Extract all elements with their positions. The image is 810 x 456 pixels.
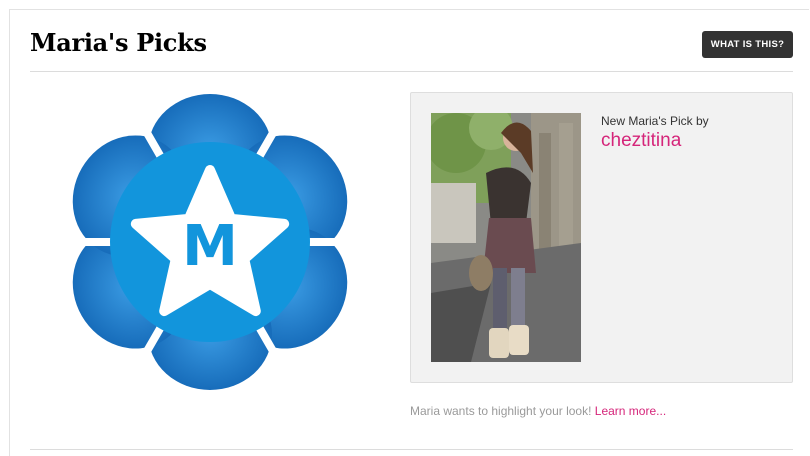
footer-divider	[30, 449, 793, 450]
flower-star-badge-icon: M	[56, 94, 364, 390]
logo-letter: M	[182, 214, 238, 279]
marias-picks-logo: M	[56, 90, 364, 394]
pick-username-link[interactable]: cheztitina	[601, 130, 681, 152]
pick-card: New Maria's Pick by cheztitina	[410, 92, 793, 383]
header-divider	[30, 71, 793, 72]
caption-text: Maria wants to highlight your look!	[410, 404, 592, 418]
fashion-photo-image	[431, 113, 581, 362]
highlight-caption: Maria wants to highlight your look! Lear…	[410, 404, 666, 418]
page-title: Maria's Picks	[30, 28, 207, 57]
pick-intro-text: New Maria's Pick by	[601, 114, 709, 128]
learn-more-link[interactable]: Learn more...	[595, 404, 666, 418]
pick-photo[interactable]	[431, 113, 581, 362]
what-is-this-button[interactable]: WHAT IS THIS?	[702, 31, 793, 58]
